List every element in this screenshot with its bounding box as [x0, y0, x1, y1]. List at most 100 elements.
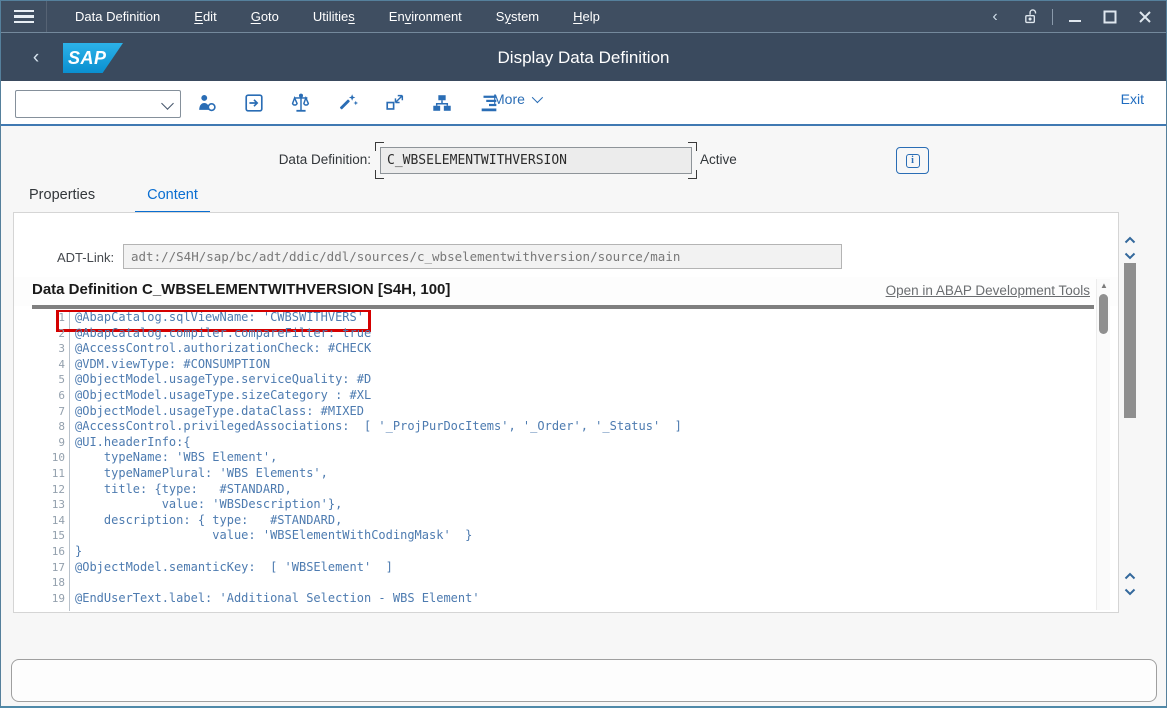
- line-number: 18: [14, 575, 65, 591]
- code-line[interactable]: 16}: [14, 544, 1094, 560]
- chevron-down-icon: [532, 92, 543, 103]
- menu-item-environment[interactable]: Environment: [389, 9, 462, 24]
- code-line[interactable]: 7@ObjectModel.usageType.dataClass: #MIXE…: [14, 404, 1094, 420]
- other-object-icon[interactable]: [193, 89, 221, 117]
- focus-corner: [375, 170, 384, 179]
- line-number: 19: [14, 591, 65, 607]
- code-line[interactable]: 17 @ObjectModel.semanticKey: [ 'WBSElemen…: [14, 560, 1094, 576]
- code-line[interactable]: 18: [14, 575, 1094, 591]
- adt-link-field[interactable]: adt://S4H/sap/bc/adt/ddic/ddl/sources/c_…: [123, 244, 842, 269]
- command-field[interactable]: [15, 90, 181, 118]
- tab-strip: Properties Content: [29, 187, 198, 214]
- code-editor[interactable]: 1@AbapCatalog.sqlViewName: 'CWBSWITHVERS…: [14, 310, 1094, 611]
- line-number: 2: [14, 326, 65, 342]
- code-line[interactable]: 13 value: 'WBSDescription'},: [14, 497, 1094, 513]
- resize-icon[interactable]: [381, 89, 409, 117]
- code-line[interactable]: 1@AbapCatalog.sqlViewName: 'CWBSWITHVERS…: [14, 310, 1094, 326]
- data-definition-field[interactable]: C_WBSELEMENTWITHVERSION: [380, 147, 692, 174]
- code-line[interactable]: 5@ObjectModel.usageType.serviceQuality: …: [14, 372, 1094, 388]
- code-text: typeNamePlural: 'WBS Elements',: [75, 466, 328, 482]
- code-line[interactable]: 6 @ObjectModel.usageType.sizeCategory : #…: [14, 388, 1094, 404]
- menu-items: Data Definition Edit Goto Utilities Environm…: [75, 9, 600, 24]
- code-line[interactable]: 11 typeNamePlural: 'WBS Elements',: [14, 466, 1094, 482]
- unlock-icon[interactable]: [1017, 4, 1043, 30]
- menu-item-system[interactable]: System: [496, 9, 539, 24]
- open-in-adt-link[interactable]: Open in ABAP Development Tools: [886, 283, 1090, 298]
- hierarchy-icon[interactable]: [428, 89, 456, 117]
- menu-item-utilities[interactable]: Utilities: [313, 9, 355, 24]
- toolbar: More Exit: [1, 81, 1166, 126]
- data-definition-label: Data Definition:: [279, 152, 371, 167]
- code-text: value: 'WBSElementWithCodingMask' }: [75, 528, 472, 544]
- exit-button[interactable]: Exit: [1121, 91, 1144, 107]
- content-panel: ADT-Link: adt://S4H/sap/bc/adt/ddic/ddl/…: [13, 212, 1119, 613]
- title-bar: Display Data Definition ‹ SAP: [1, 32, 1166, 81]
- line-number: 9: [14, 435, 65, 451]
- menu-bar: Data Definition Edit Goto Utilities Environm…: [1, 1, 1166, 32]
- status-bar[interactable]: [11, 659, 1157, 702]
- code-text: @UI.headerInfo:{: [75, 435, 191, 451]
- line-number: 11: [14, 466, 65, 482]
- adt-link-label: ADT-Link:: [57, 250, 114, 265]
- code-line[interactable]: 12 title: {type: #STANDARD,: [14, 482, 1094, 498]
- data-definition-value: C_WBSELEMENTWITHVERSION: [387, 153, 567, 168]
- pretty-printer-icon[interactable]: [334, 89, 362, 117]
- maximize-button[interactable]: [1097, 4, 1123, 30]
- scroll-down-icon[interactable]: [1124, 247, 1136, 255]
- code-scrollbar-thumb[interactable]: [1099, 294, 1108, 334]
- code-line[interactable]: 14 description: { type: #STANDARD,: [14, 513, 1094, 529]
- close-button[interactable]: [1132, 4, 1158, 30]
- menu-item-help[interactable]: Help: [573, 9, 600, 24]
- back-button[interactable]: ‹: [23, 45, 49, 71]
- code-text: description: { type: #STANDARD,: [75, 513, 342, 529]
- code-scrollbar[interactable]: ▲: [1096, 279, 1110, 610]
- code-text: @ObjectModel.usageType.sizeCategory : #X…: [75, 388, 371, 404]
- scroll-up-icon[interactable]: [1124, 567, 1136, 575]
- line-number: 4: [14, 357, 65, 373]
- code-text: value: 'WBSDescription'},: [75, 497, 342, 513]
- line-number: 17: [14, 560, 65, 576]
- code-line[interactable]: 3@AccessControl.authorizationCheck: #CHE…: [14, 341, 1094, 357]
- more-label: More: [493, 91, 525, 107]
- code-line[interactable]: 8 @AccessControl.privilegedAssociations: …: [14, 419, 1094, 435]
- document-header: Data Definition C_WBSELEMENTWITHVERSION …: [14, 277, 1118, 306]
- line-number: 8: [14, 419, 65, 435]
- line-number: 15: [14, 528, 65, 544]
- more-button[interactable]: More: [493, 91, 540, 107]
- status-active-label: Active: [700, 152, 737, 167]
- code-text: @AccessControl.privilegedAssociations: […: [75, 419, 682, 435]
- code-text: @EndUserText.label: 'Additional Selectio…: [75, 591, 480, 607]
- hamburger-menu-icon[interactable]: [1, 1, 47, 32]
- tab-content[interactable]: Content: [135, 187, 210, 214]
- info-button[interactable]: i: [896, 147, 929, 174]
- toolbar-icons: [193, 89, 503, 117]
- chevron-down-icon: [161, 97, 174, 110]
- code-line[interactable]: 2 @AbapCatalog.compiler.compareFilter: tr…: [14, 326, 1094, 342]
- code-line[interactable]: 9 @UI.headerInfo:{: [14, 435, 1094, 451]
- check-icon[interactable]: [287, 89, 315, 117]
- scroll-down-icon[interactable]: [1124, 583, 1136, 591]
- code-line[interactable]: 15 value: 'WBSElementWithCodingMask' }: [14, 528, 1094, 544]
- focus-corner: [688, 170, 697, 179]
- scroll-up-icon[interactable]: [1124, 231, 1136, 239]
- display-object-icon[interactable]: [240, 89, 268, 117]
- page-scrollbar[interactable]: [1122, 217, 1138, 607]
- minimize-button[interactable]: [1062, 4, 1088, 30]
- menu-item-data-definition[interactable]: Data Definition: [75, 9, 160, 24]
- tab-properties[interactable]: Properties: [29, 187, 95, 214]
- code-text: @VDM.viewType: #CONSUMPTION: [75, 357, 270, 373]
- document-title: Data Definition C_WBSELEMENTWITHVERSION …: [32, 281, 450, 298]
- menu-item-edit[interactable]: Edit: [194, 9, 216, 24]
- code-text: @AbapCatalog.compiler.compareFilter: tru…: [75, 326, 371, 342]
- code-line[interactable]: 10 typeName: 'WBS Element',: [14, 450, 1094, 466]
- code-line[interactable]: 4 @VDM.viewType: #CONSUMPTION: [14, 357, 1094, 373]
- gui-back-icon[interactable]: ‹: [982, 4, 1008, 30]
- controls-divider: [1052, 9, 1053, 25]
- page-scrollbar-thumb[interactable]: [1124, 263, 1136, 418]
- line-number: 6: [14, 388, 65, 404]
- line-number: 5: [14, 372, 65, 388]
- scroll-up-icon[interactable]: ▲: [1098, 281, 1110, 291]
- code-text: @ObjectModel.semanticKey: [ 'WBSElement'…: [75, 560, 393, 576]
- menu-item-goto[interactable]: Goto: [251, 9, 279, 24]
- code-line[interactable]: 19 @EndUserText.label: 'Additional Select…: [14, 591, 1094, 607]
